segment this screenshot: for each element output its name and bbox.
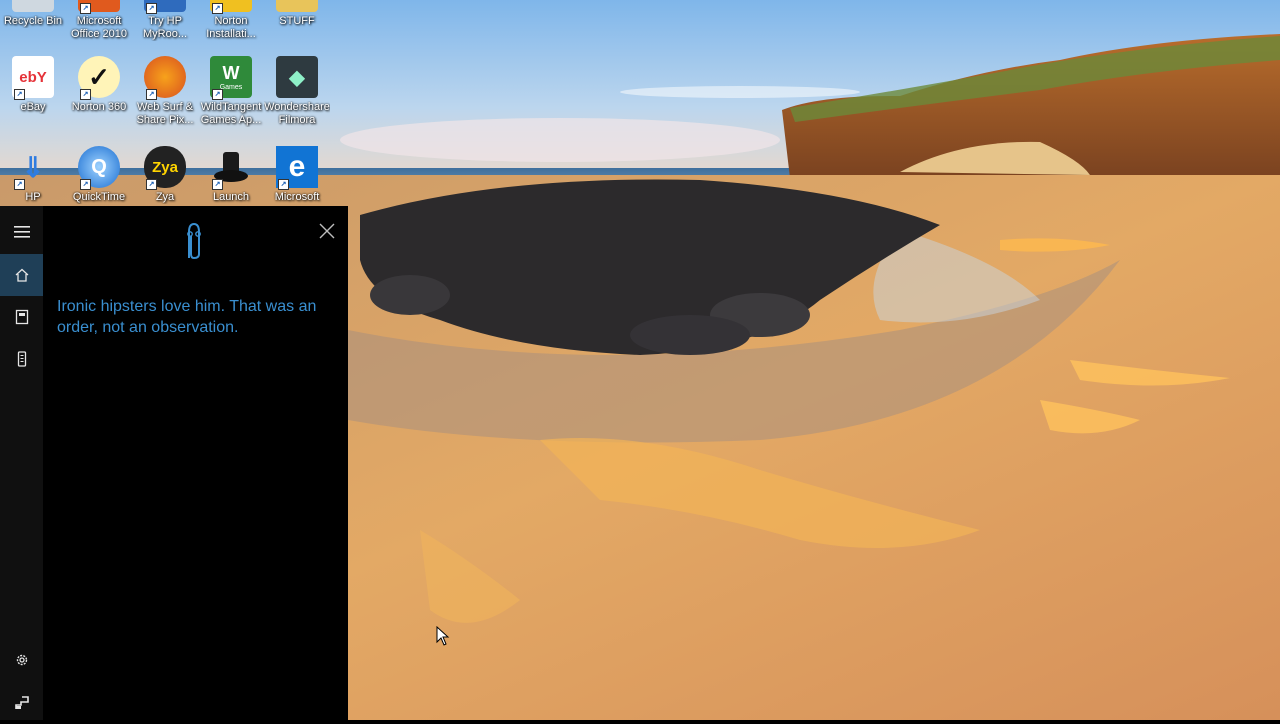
desktop-icon-launch[interactable]: ↗ Launch bbox=[198, 146, 264, 204]
desktop-icon-label: Launch bbox=[212, 191, 250, 203]
cortana-panel: Ironic hipsters love him. That was an or… bbox=[0, 206, 348, 720]
ebay-icon: ebY ↗ bbox=[12, 56, 54, 100]
desktop-icon-quicktime[interactable]: Q ↗ QuickTime bbox=[66, 146, 132, 204]
norton-installation-icon: ↗ bbox=[210, 0, 252, 14]
desktop-icon-label: QuickTime bbox=[72, 191, 126, 203]
cortana-nav-rail bbox=[0, 206, 43, 720]
wildtangent-icon: W Games ↗ bbox=[210, 56, 252, 100]
desktop-icon-label: WildTangent Games Ap... bbox=[200, 101, 262, 126]
hp-download-icon: ⇓ ↗ bbox=[12, 146, 54, 190]
hamburger-menu-button[interactable] bbox=[0, 211, 43, 253]
devices-icon bbox=[17, 351, 26, 367]
folder-icon bbox=[276, 0, 318, 12]
games-text: Games bbox=[219, 84, 243, 91]
settings-button[interactable] bbox=[0, 639, 43, 681]
norton-360-icon: ✓ ↗ bbox=[78, 56, 120, 100]
office-icon: ↗ bbox=[78, 0, 120, 14]
feedback-icon bbox=[14, 696, 29, 709]
desktop-icon-stuff[interactable]: STUFF bbox=[264, 0, 330, 28]
desktop-icon-filmora[interactable]: ◆ Wondershare Filmora bbox=[264, 56, 330, 127]
desktop-icon-label: STUFF bbox=[279, 15, 315, 27]
clippy-icon bbox=[187, 222, 201, 260]
devices-button[interactable] bbox=[0, 338, 43, 380]
desktop-icon-ebay[interactable]: ebY ↗ eBay bbox=[0, 56, 66, 114]
desktop-icon-label: HP bbox=[25, 191, 41, 203]
close-icon bbox=[319, 223, 335, 239]
desktop-icon-label: Microsoft bbox=[274, 191, 320, 203]
hp-myroom-icon: ↗ bbox=[144, 0, 186, 14]
filmora-icon: ◆ bbox=[276, 56, 318, 98]
feedback-button[interactable] bbox=[0, 682, 43, 724]
desktop-icon-norton-installation[interactable]: ↗ Norton Installati... bbox=[198, 0, 264, 41]
launch-hat-icon: ↗ bbox=[210, 146, 252, 190]
close-button[interactable] bbox=[316, 220, 338, 242]
desktop-icon-web-surf[interactable]: ↗ Web Surf & Share Pix... bbox=[132, 56, 198, 127]
hamburger-menu-icon bbox=[13, 226, 30, 238]
settings-icon bbox=[16, 654, 27, 666]
desktop-icon-label: eBay bbox=[20, 101, 46, 113]
desktop-icon-label: Zya bbox=[155, 191, 175, 203]
edge-icon: e ↗ bbox=[276, 146, 318, 190]
desktop-icon-norton-360[interactable]: ✓ ↗ Norton 360 bbox=[66, 56, 132, 114]
desktop-icon-label: Wondershare Filmora bbox=[264, 101, 330, 126]
desktop-icon-zya[interactable]: Zya ↗ Zya bbox=[132, 146, 198, 204]
desktop-icon-label: Norton 360 bbox=[71, 101, 127, 113]
home-icon bbox=[15, 268, 28, 282]
desktop-icon-label: Web Surf & Share Pix... bbox=[136, 101, 194, 126]
desktop-icon-recycle-bin[interactable]: Recycle Bin bbox=[0, 0, 66, 28]
desktop-icon-hp[interactable]: ⇓ ↗ HP bbox=[0, 146, 66, 204]
desktop-icon-label: Recycle Bin bbox=[3, 15, 63, 27]
desktop-icon-label: Microsoft Office 2010 bbox=[70, 15, 128, 40]
cortana-content: Ironic hipsters love him. That was an or… bbox=[43, 206, 348, 720]
desktop-icon-label: Try HP MyRoo... bbox=[142, 15, 187, 40]
home-button[interactable] bbox=[0, 254, 43, 296]
quicktime-icon: Q ↗ bbox=[78, 146, 120, 190]
desktop-icon-label: Norton Installati... bbox=[206, 15, 256, 40]
notebook-icon bbox=[15, 309, 28, 325]
desktop-icon-hp-myroom[interactable]: ↗ Try HP MyRoo... bbox=[132, 0, 198, 41]
notebook-button[interactable] bbox=[0, 296, 43, 338]
zya-logo-text: Zya bbox=[152, 158, 178, 176]
recycle-bin-icon bbox=[12, 0, 54, 12]
mouse-pointer-icon bbox=[436, 626, 450, 646]
desktop-icon-office[interactable]: ↗ Microsoft Office 2010 bbox=[66, 0, 132, 41]
ebay-logo-text: ebY bbox=[19, 68, 47, 86]
zya-icon: Zya ↗ bbox=[144, 146, 186, 190]
desktop-icon-edge[interactable]: e ↗ Microsoft bbox=[264, 146, 330, 204]
desktop-icon-grid: Recycle Bin ↗ Microsoft Office 2010 ↗ Tr… bbox=[0, 0, 340, 210]
firefox-icon: ↗ bbox=[144, 56, 186, 100]
cortana-message: Ironic hipsters love him. That was an or… bbox=[57, 298, 317, 336]
desktop-icon-wildtangent[interactable]: W Games ↗ WildTangent Games Ap... bbox=[198, 56, 264, 127]
